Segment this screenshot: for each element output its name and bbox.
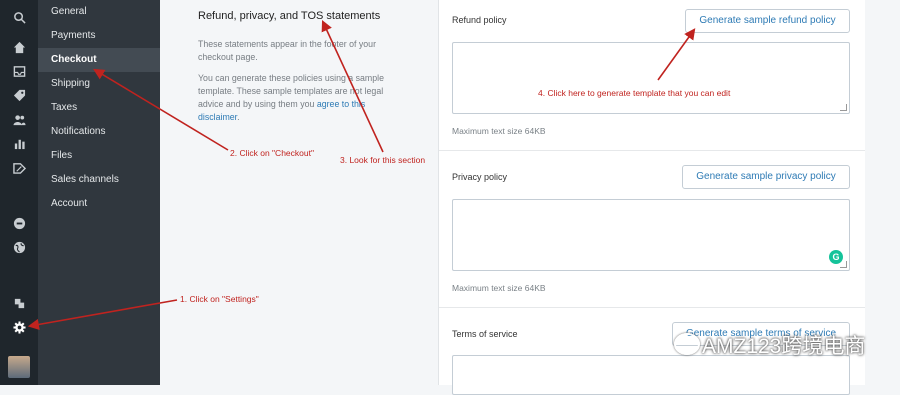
globe-icon[interactable] [12,240,26,254]
tag-icon[interactable] [12,88,26,102]
policies-card: Refund policy Generate sample refund pol… [438,0,865,395]
orders-icon[interactable] [12,64,26,78]
apps-icon[interactable] [12,216,26,230]
sidebar-item-payments[interactable]: Payments [38,24,160,48]
refund-policy-hint: Maximum text size 64KB [452,126,546,136]
settings-sidebar: General Payments Checkout Shipping Taxes… [38,0,160,385]
terms-of-service-label: Terms of service [452,329,518,339]
search-icon[interactable] [12,10,26,24]
privacy-policy-textarea[interactable]: G [452,199,850,271]
annotation-step-3: 3. Look for this section [340,155,426,165]
privacy-policy-label: Privacy policy [452,172,508,182]
section-description: These statements appear in the footer of… [198,39,376,62]
watermark-logo-icon [674,333,700,355]
plugin-icon[interactable] [12,296,26,310]
generate-refund-policy-button[interactable]: Generate sample refund policy [685,9,850,33]
section-template-note: You can generate these policies using a … [198,72,408,124]
sidebar-item-checkout[interactable]: Checkout [38,48,160,72]
main-content: Refund, privacy, and TOS statements Thes… [160,0,900,395]
sidebar-item-notifications[interactable]: Notifications [38,120,160,144]
watermark: AMZ123跨境电商 [702,335,866,358]
resize-grip[interactable] [840,261,847,268]
customers-icon[interactable] [12,112,26,126]
sidebar-item-sales-channels[interactable]: Sales channels [38,168,160,192]
divider [439,150,865,151]
divider [439,307,865,308]
sidebar-item-general[interactable]: General [38,0,160,24]
sidebar-item-account[interactable]: Account [38,192,160,216]
refund-policy-textarea[interactable] [452,42,850,114]
annotation-step-1: 1. Click on "Settings" [180,294,259,304]
refund-policy-label: Refund policy [452,15,507,25]
generate-privacy-policy-button[interactable]: Generate sample privacy policy [682,165,850,189]
discounts-icon[interactable] [12,160,26,174]
terms-of-service-textarea[interactable] [452,355,850,395]
section-title: Refund, privacy, and TOS statements [198,10,381,22]
analytics-icon[interactable] [12,136,26,150]
icon-bar [0,0,38,385]
resize-grip[interactable] [840,104,847,111]
home-icon[interactable] [12,40,26,54]
annotation-step-2: 2. Click on "Checkout" [230,148,314,158]
privacy-policy-hint: Maximum text size 64KB [452,283,546,293]
sidebar-item-shipping[interactable]: Shipping [38,72,160,96]
avatar[interactable] [8,356,30,378]
settings-icon[interactable] [12,320,26,334]
sidebar-item-files[interactable]: Files [38,144,160,168]
sidebar-item-taxes[interactable]: Taxes [38,96,160,120]
template-note-end: . [237,112,240,122]
annotation-step-4: 4. Click here to generate template that … [538,88,731,98]
